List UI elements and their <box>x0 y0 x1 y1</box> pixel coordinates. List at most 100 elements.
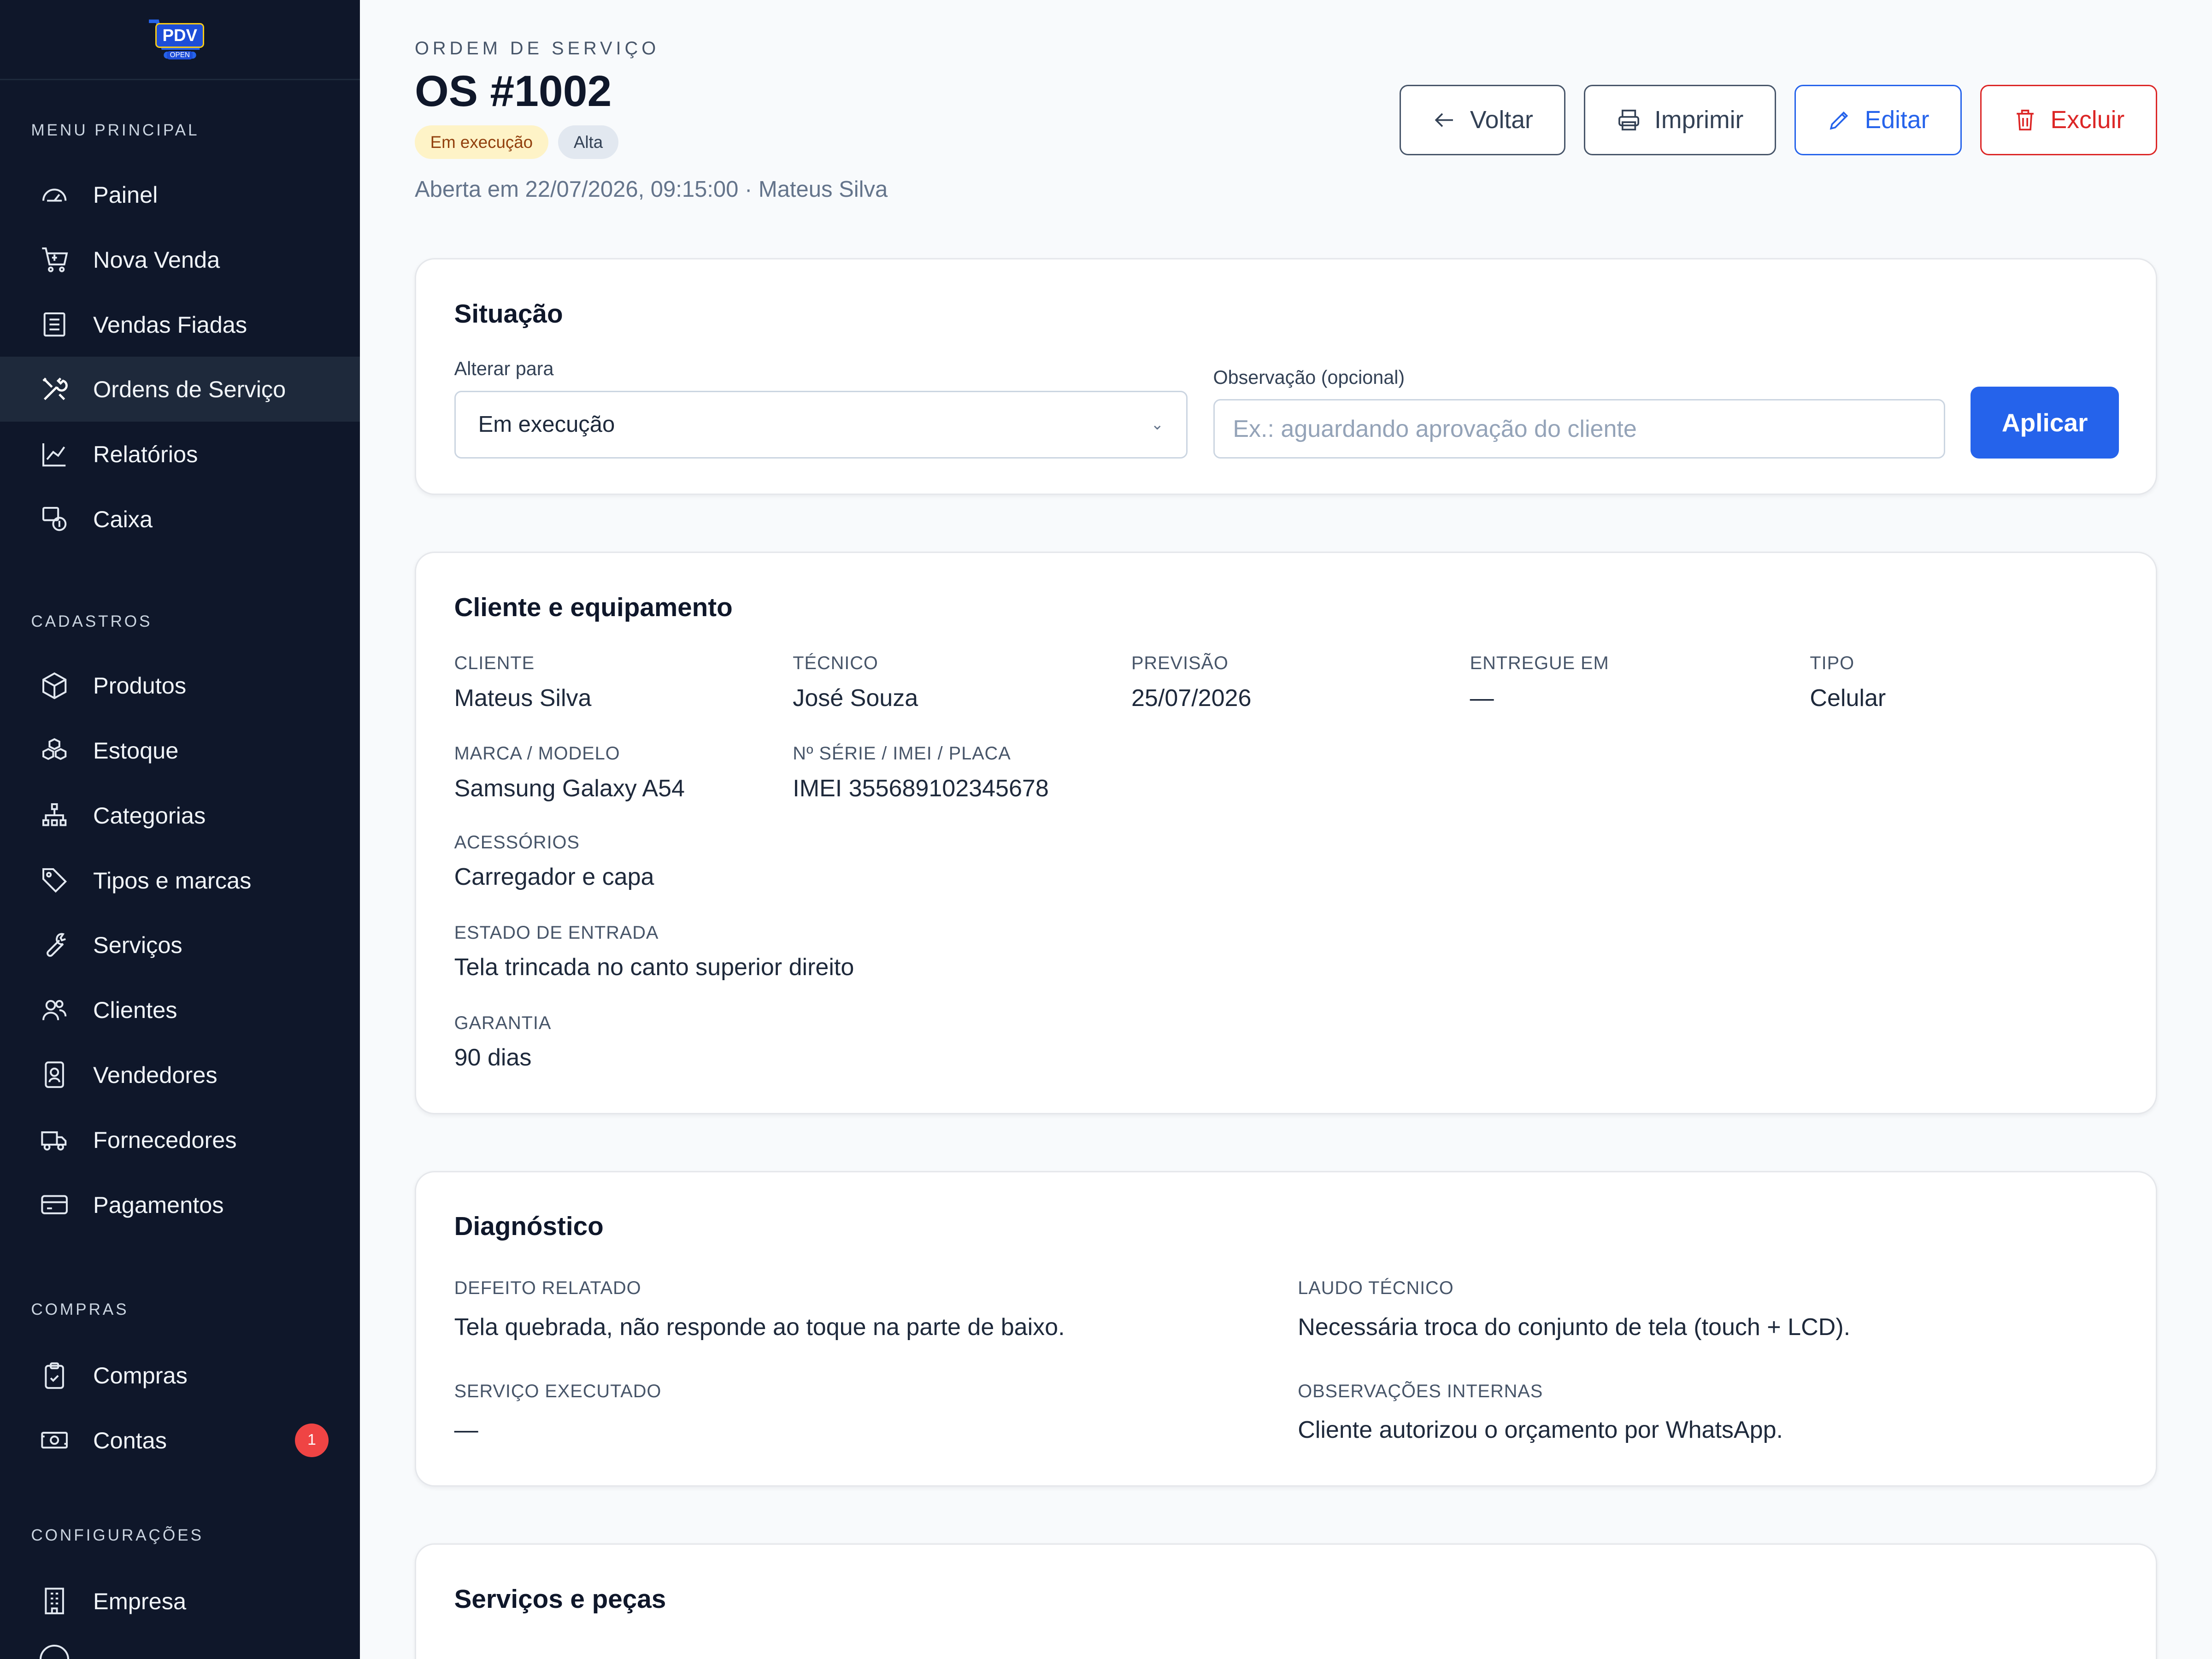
field-label: ESTADO DE ENTRADA <box>454 922 659 943</box>
sidebar-item-label: Tipos e marcas <box>93 867 252 894</box>
arrow-left-icon <box>1435 113 1453 127</box>
delete-button-label: Excluir <box>2050 106 2125 134</box>
logo-area: PDV OPEN <box>0 0 360 81</box>
page-title: OS #1002 <box>414 66 612 116</box>
money-icon <box>40 1425 69 1455</box>
section-title-cadastros: CADASTROS <box>31 612 153 630</box>
sidebar-item-empresa[interactable]: Empresa <box>0 1569 360 1634</box>
sidebar-item-caixa[interactable]: Caixa <box>0 487 360 552</box>
receipt-icon <box>40 310 69 339</box>
clipboard-icon <box>40 1361 69 1390</box>
status-card: Situação Alterar para Em execução ⌄ Obse… <box>414 258 2157 495</box>
logo-text: PDV <box>155 23 205 48</box>
field-label: SERVIÇO EXECUTADO <box>454 1381 662 1401</box>
chevron-down-icon: ⌄ <box>1151 416 1164 434</box>
back-button[interactable]: Voltar <box>1399 84 1566 155</box>
sidebar-item-categorias[interactable]: Categorias <box>0 783 360 848</box>
sidebar-item-vendedores[interactable]: Vendedores <box>0 1042 360 1107</box>
field-value-tecnico: José Souza <box>793 684 918 712</box>
field-label: MARCA / MODELO <box>454 743 620 764</box>
sidebar-item-label: Ordens de Serviço <box>93 376 286 403</box>
field-label: TÉCNICO <box>793 653 878 674</box>
field-label: DEFEITO RELATADO <box>454 1278 641 1299</box>
edit-button-label: Editar <box>1865 106 1930 134</box>
print-button-label: Imprimir <box>1654 106 1744 134</box>
sidebar-item-label: Contas <box>93 1427 167 1453</box>
status-badge: Em execução <box>414 125 548 159</box>
sidebar: PDV OPEN MENU PRINCIPAL Painel Nova Vend… <box>0 0 360 1659</box>
gauge-icon <box>40 180 69 209</box>
status-card-title: Situação <box>454 299 563 329</box>
notification-badge: 1 <box>294 1423 329 1458</box>
sidebar-item-label: Pagamentos <box>93 1191 224 1218</box>
sidebar-item-label: Clientes <box>93 997 177 1024</box>
brand-logo[interactable]: PDV OPEN <box>143 12 217 68</box>
building-icon <box>40 1586 69 1616</box>
delete-button[interactable]: Excluir <box>1980 84 2157 155</box>
logo-subtext: OPEN <box>167 51 193 59</box>
sidebar-item-label: Vendedores <box>93 1062 218 1088</box>
header-actions: Voltar Imprimir Editar Excluir <box>1399 84 2157 155</box>
sidebar-item-label: Serviços <box>93 932 182 959</box>
field-value-defeito: Tela quebrada, não responde ao toque na … <box>454 1313 1065 1341</box>
field-label: CLIENTE <box>454 653 535 674</box>
field-value-entregue: — <box>1470 684 1494 712</box>
field-value-laudo: Necessária troca do conjunto de tela (to… <box>1298 1313 1851 1341</box>
field-value-acessorios: Carregador e capa <box>454 864 654 891</box>
sidebar-item-clientes[interactable]: Clientes <box>0 977 360 1042</box>
note-textarea[interactable]: Ex.: aguardando aprovação do cliente <box>1213 399 1946 459</box>
status-select[interactable]: Em execução ⌄ <box>454 390 1188 459</box>
note-placeholder: Ex.: aguardando aprovação do cliente <box>1233 415 1637 442</box>
sidebar-item-fornecedores[interactable]: Fornecedores <box>0 1107 360 1172</box>
sidebar-item-label: Categorias <box>93 802 206 829</box>
parts-card: Serviços e peças <box>414 1543 2157 1659</box>
print-button[interactable]: Imprimir <box>1584 84 1776 155</box>
priority-badge: Alta <box>558 125 618 159</box>
diagnosis-card: Diagnóstico DEFEITO RELATADO Tela quebra… <box>414 1171 2157 1487</box>
truck-icon <box>40 1125 69 1154</box>
sidebar-item-label: Estoque <box>93 737 179 764</box>
field-label: OBSERVAÇÕES INTERNAS <box>1298 1381 1543 1401</box>
sidebar-item-painel[interactable]: Painel <box>0 162 360 227</box>
sidebar-item-label: Vendas Fiadas <box>93 311 247 338</box>
apply-button[interactable]: Aplicar <box>1971 386 2119 459</box>
client-card-title: Cliente e equipamento <box>454 593 733 622</box>
sidebar-item-estoque[interactable]: Estoque <box>0 718 360 783</box>
sidebar-item-label: Painel <box>93 181 158 208</box>
field-label: TIPO <box>1810 653 1854 674</box>
sidebar-item-pagamentos[interactable]: Pagamentos <box>0 1172 360 1237</box>
field-label: ENTREGUE EM <box>1470 653 1609 674</box>
sidebar-item-label: Relatórios <box>93 441 198 468</box>
stock-icon <box>40 735 69 765</box>
client-card: Cliente e equipamento CLIENTE Mateus Sil… <box>414 551 2157 1115</box>
sidebar-item-compras[interactable]: Compras <box>0 1343 360 1408</box>
sidebar-item-ordens-de-servico[interactable]: Ordens de Serviço <box>0 357 360 422</box>
sidebar-item-servicos[interactable]: Serviços <box>0 913 360 978</box>
sidebar-item-produtos[interactable]: Produtos <box>0 653 360 718</box>
sidebar-item-relatorios[interactable]: Relatórios <box>0 422 360 487</box>
sidebar-item-vendas-fiadas[interactable]: Vendas Fiadas <box>0 292 360 357</box>
cart-icon <box>40 245 69 274</box>
field-value-garantia: 90 dias <box>454 1044 532 1071</box>
section-title-main: MENU PRINCIPAL <box>31 121 200 140</box>
sidebar-item-label: Fornecedores <box>93 1126 237 1153</box>
main-content: ORDEM DE SERVIÇO OS #1002 Em execução Al… <box>360 0 2212 1659</box>
sidebar-item-nova-venda[interactable]: Nova Venda <box>0 227 360 292</box>
diagnosis-card-title: Diagnóstico <box>454 1212 604 1241</box>
edit-button[interactable]: Editar <box>1794 84 1962 155</box>
box-icon <box>40 671 69 700</box>
field-value-tipo: Celular <box>1810 684 1886 712</box>
sidebar-item-contas[interactable]: Contas 1 <box>0 1408 360 1473</box>
printer-icon <box>1618 109 1640 130</box>
sidebar-item-label: Empresa <box>93 1588 187 1614</box>
sidebar-item-label: Produtos <box>93 672 187 699</box>
field-label: LAUDO TÉCNICO <box>1298 1278 1454 1299</box>
field-value-cliente: Mateus Silva <box>454 684 592 712</box>
chips: Em execução Alta <box>414 125 618 159</box>
tools-icon <box>40 375 69 404</box>
section-title-configuracoes: CONFIGURAÇÕES <box>31 1526 204 1545</box>
back-button-label: Voltar <box>1470 106 1533 134</box>
sidebar-item-tipos-e-marcas[interactable]: Tipos e marcas <box>0 848 360 913</box>
status-select-value: Em execução <box>478 412 615 437</box>
chart-icon <box>40 440 69 469</box>
